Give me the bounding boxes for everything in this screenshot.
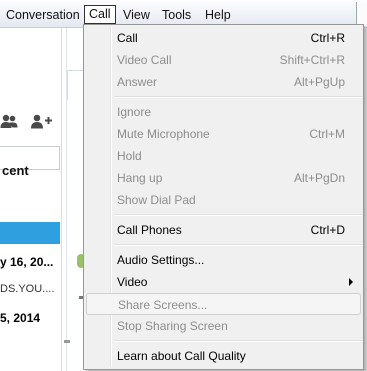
menu-item-share-screens[interactable]: Share Screens... <box>86 293 361 315</box>
menu-item-learn-about-call-quality[interactable]: Learn about Call Quality <box>86 345 361 367</box>
menu-tools[interactable]: Tools <box>162 6 191 24</box>
menu-item-label: Show Dial Pad <box>117 193 196 207</box>
window-edge <box>356 2 367 26</box>
menu-separator <box>114 96 362 98</box>
menu-item-hang-up[interactable]: Hang up Alt+PgDn <box>86 167 361 189</box>
menu-item-label: Video <box>117 275 148 289</box>
menu-separator <box>114 214 362 216</box>
chat-fragment-2 <box>64 340 70 343</box>
menu-item-shortcut: Shift+Ctrl+R <box>279 53 345 67</box>
add-contact-icon[interactable] <box>30 114 54 133</box>
menu-item-call-phones[interactable]: Call Phones Ctrl+D <box>86 219 361 241</box>
menu-item-label: Hang up <box>117 171 163 185</box>
menu-item-mute-microphone[interactable]: Mute Microphone Ctrl+M <box>86 123 361 145</box>
menu-item-stop-sharing-screen[interactable]: Stop Sharing Screen <box>86 315 361 337</box>
menu-item-ignore[interactable]: Ignore <box>86 101 361 123</box>
conversation-preview: DS.YOU.... <box>0 283 55 295</box>
menu-item-shortcut: Ctrl+D <box>310 223 345 237</box>
menu-view[interactable]: View <box>123 6 150 24</box>
conversation-date: y 16, 20... <box>0 255 54 269</box>
menu-item-label: Mute Microphone <box>117 127 210 141</box>
menu-item-shortcut: Ctrl+R <box>310 31 345 45</box>
menu-item-label: Learn about Call Quality <box>117 349 246 363</box>
menu-item-label: Answer <box>117 75 158 89</box>
selected-conversation[interactable] <box>0 222 60 244</box>
menu-separator <box>114 340 362 342</box>
menu-item-show-dial-pad[interactable]: Show Dial Pad <box>86 189 361 211</box>
menu-item-video[interactable]: Video <box>86 271 361 293</box>
menu-item-video-call[interactable]: Video Call Shift+Ctrl+R <box>86 49 361 71</box>
menu-item-label: Stop Sharing Screen <box>117 319 228 333</box>
menu-help[interactable]: Help <box>205 6 231 24</box>
menu-conversation[interactable]: Conversation <box>6 6 80 24</box>
menu-item-label: Hold <box>117 149 142 163</box>
menu-call[interactable]: Call <box>84 5 116 24</box>
menu-item-audio-settings[interactable]: Audio Settings... <box>86 249 361 271</box>
menu-item-label: Audio Settings... <box>117 253 205 267</box>
submenu-arrow-icon <box>349 278 353 286</box>
menu-separator <box>114 244 362 246</box>
menu-item-label: Call Phones <box>117 223 182 237</box>
call-menu-dropdown: Call Ctrl+R Video Call Shift+Ctrl+R Answer Al… <box>83 24 364 370</box>
menu-item-shortcut: Alt+PgUp <box>293 75 345 89</box>
menu-item-answer[interactable]: Answer Alt+PgUp <box>86 71 361 93</box>
menu-item-label: Video Call <box>117 53 172 67</box>
menu-item-label: Call <box>117 31 138 45</box>
menu-item-label: Ignore <box>117 105 152 119</box>
menu-item-label: Share Screens... <box>118 298 208 312</box>
menu-item-shortcut: Ctrl+M <box>309 127 345 141</box>
conversation-date-2: 5, 2014 <box>0 311 41 325</box>
recent-heading: cent <box>2 163 29 178</box>
contacts-icon[interactable] <box>0 114 18 133</box>
menu-item-hold[interactable]: Hold <box>86 145 361 167</box>
menu-item-call[interactable]: Call Ctrl+R <box>86 27 361 49</box>
menu-item-shortcut: Alt+PgDn <box>293 171 345 185</box>
